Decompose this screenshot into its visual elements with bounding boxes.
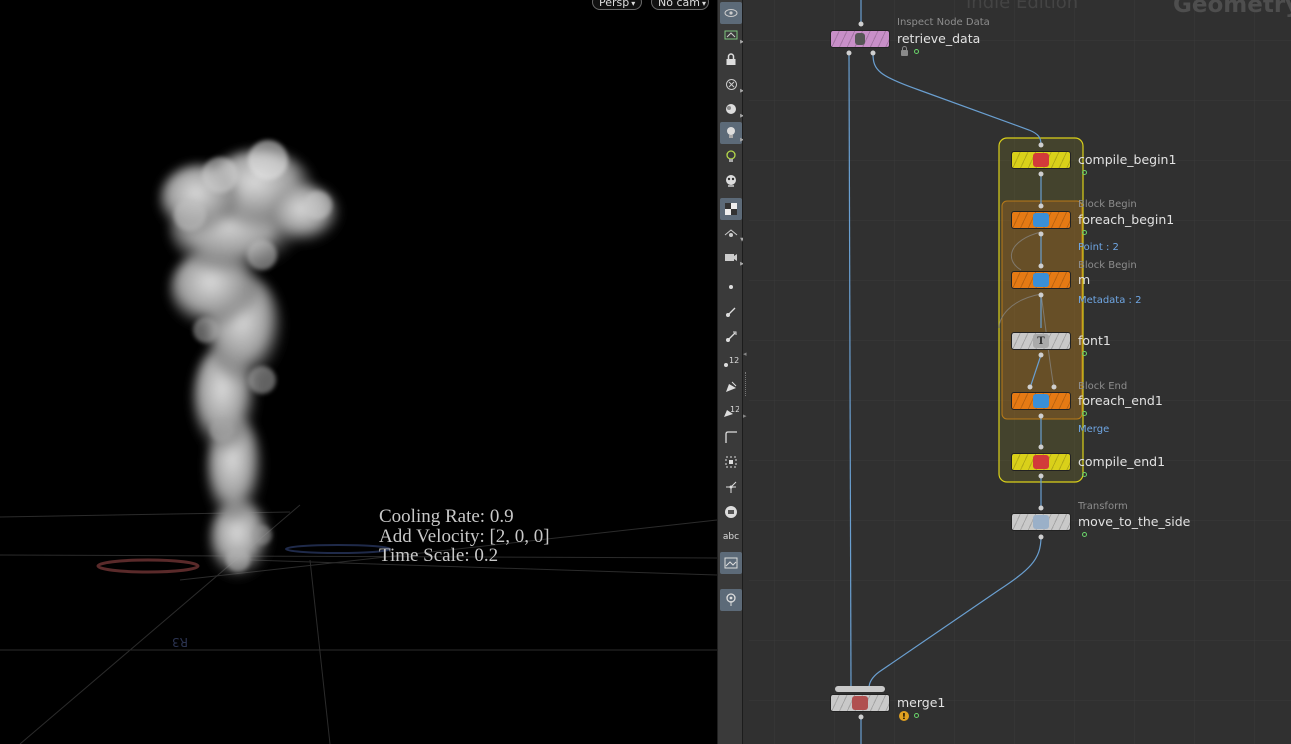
persp-camera-icon[interactable] (720, 170, 742, 192)
collapse-right-arrow-icon[interactable]: ▸ (743, 412, 747, 420)
transform-icon (1033, 515, 1049, 529)
display-flag-icon[interactable] (1082, 472, 1087, 477)
svg-text:12: 12 (730, 405, 739, 414)
lock-view-icon[interactable] (720, 48, 742, 70)
display-background-icon[interactable]: ▶ (720, 98, 744, 120)
node-name-label[interactable]: foreach_end1 (1078, 393, 1163, 408)
network-editor[interactable]: Indie Edition Geometry Inspect Node Data… (749, 0, 1291, 744)
svg-text:12: 12 (729, 356, 739, 365)
primitive-numbers-icon[interactable]: 12 (720, 401, 742, 423)
node-type-label: Block Begin (1078, 199, 1137, 210)
point-numbers-icon[interactable]: 12 (720, 351, 742, 373)
axis-label-z: R3 (172, 635, 188, 649)
snapshot-icon[interactable]: ▶ (720, 246, 744, 268)
display-flag-icon[interactable] (1082, 411, 1087, 416)
pin-icon[interactable] (720, 589, 742, 611)
node-move-to-the-side[interactable] (1011, 513, 1071, 531)
vector-display-icon[interactable] (720, 326, 742, 348)
node-compile-begin1[interactable] (1011, 151, 1071, 169)
face-display-icon[interactable] (720, 501, 742, 523)
chevron-down-icon: ▾ (701, 0, 706, 8)
node-name-label[interactable]: compile_end1 (1078, 454, 1165, 469)
inspect-data-icon (855, 33, 865, 45)
node-name-label[interactable]: move_to_the_side (1078, 514, 1190, 529)
camera-view-menu[interactable]: Persp ▾ (592, 0, 642, 10)
node-name-label[interactable]: foreach_begin1 (1078, 212, 1174, 227)
block-begin-icon (1033, 273, 1049, 287)
text-display-icon[interactable]: abc (720, 526, 742, 548)
viewport-canvas[interactable]: R3 (0, 0, 717, 744)
display-flag-icon[interactable] (914, 49, 919, 54)
font-icon: T (1033, 334, 1049, 348)
point-display-icon[interactable] (720, 276, 742, 298)
block-end-icon (1033, 394, 1049, 408)
camera-menu-label: No cam (658, 0, 700, 9)
text-display-label: abc (722, 532, 740, 542)
camera-view-label: Persp (599, 0, 630, 9)
node-type-label: Block Begin (1078, 260, 1137, 271)
viewport-display-toolbar: ▶ ▶ ▶ ▶ ▼ ▶ 12 12 abc (717, 0, 744, 744)
warning-icon[interactable]: ! (899, 711, 909, 721)
overlay-line-cooling-rate: Cooling Rate: 0.9 (379, 506, 514, 527)
collapse-left-arrow-icon[interactable]: ◂ (743, 350, 747, 358)
node-name-label[interactable]: compile_begin1 (1078, 152, 1176, 167)
edge-display-icon[interactable] (720, 426, 742, 448)
node-foreach-begin1[interactable] (1011, 211, 1071, 229)
compile-block-icon (1033, 153, 1049, 167)
merge-icon (852, 696, 868, 710)
node-font1[interactable]: T (1011, 332, 1071, 350)
network-context-watermark: Geometry (1173, 0, 1291, 18)
block-begin-icon (1033, 213, 1049, 227)
merge-input-bar[interactable] (835, 686, 885, 692)
display-flag-icon[interactable] (1082, 170, 1087, 175)
pivot-icon[interactable] (720, 476, 742, 498)
node-compile-end1[interactable] (1011, 453, 1071, 471)
node-merge1[interactable] (830, 694, 890, 712)
node-info-label: Metadata : 2 (1078, 295, 1142, 306)
display-flag-icon[interactable] (914, 713, 919, 718)
node-name-label[interactable]: retrieve_data (897, 31, 980, 46)
light-icon[interactable]: ▶ (720, 122, 744, 144)
node-info-label: Merge (1078, 424, 1110, 435)
edition-watermark: Indie Edition (966, 0, 1079, 13)
ghost-icon[interactable]: ▶ (720, 73, 744, 95)
display-flag-icon[interactable] (1082, 230, 1087, 235)
compile-block-icon (1033, 455, 1049, 469)
background-image-icon[interactable] (720, 552, 742, 574)
node-name-label[interactable]: m (1078, 272, 1090, 287)
node-name-label[interactable]: merge1 (897, 695, 945, 710)
view-icon[interactable] (720, 2, 742, 24)
origin-ring (96, 558, 200, 574)
node-foreach-end1[interactable] (1011, 392, 1071, 410)
display-flag-icon[interactable] (1082, 351, 1087, 356)
node-name-label[interactable]: font1 (1078, 333, 1111, 348)
network-canvas[interactable] (749, 0, 1291, 744)
node-type-label: Transform (1078, 501, 1128, 512)
checker-icon[interactable] (720, 198, 742, 220)
visualizer-icon[interactable]: ▼ (720, 222, 744, 244)
camera-menu[interactable]: No cam ▾ (651, 0, 709, 10)
lock-icon[interactable] (901, 46, 908, 56)
node-retrieve-data[interactable] (830, 30, 890, 48)
scene-viewport[interactable]: R3 Persp ▾ No cam ▾ Cooling Rate: 0.9 Ad… (0, 0, 717, 744)
points-display-icon[interactable] (720, 451, 742, 473)
viewport-overlay-text: Cooling Rate: 0.9 Add Velocity: [2, 0, 0… (379, 507, 550, 566)
chevron-down-icon: ▾ (631, 0, 636, 8)
overlay-line-add-velocity: Add Velocity: [2, 0, 0] (379, 525, 550, 547)
normal-display-icon[interactable] (720, 301, 742, 323)
ground-grid (0, 504, 717, 744)
headlight-icon[interactable] (720, 146, 742, 168)
node-type-label: Inspect Node Data (897, 17, 990, 28)
node-type-label: Block End (1078, 381, 1128, 392)
display-flag-icon[interactable] (1082, 532, 1087, 537)
display-options-icon[interactable]: ▶ (720, 24, 744, 46)
node-info-label: Point : 2 (1078, 242, 1119, 253)
primitive-display-icon[interactable] (720, 376, 742, 398)
splitter-grip[interactable] (745, 372, 748, 396)
overlay-line-time-scale: Time Scale: 0.2 (379, 545, 499, 566)
node-m[interactable] (1011, 271, 1071, 289)
